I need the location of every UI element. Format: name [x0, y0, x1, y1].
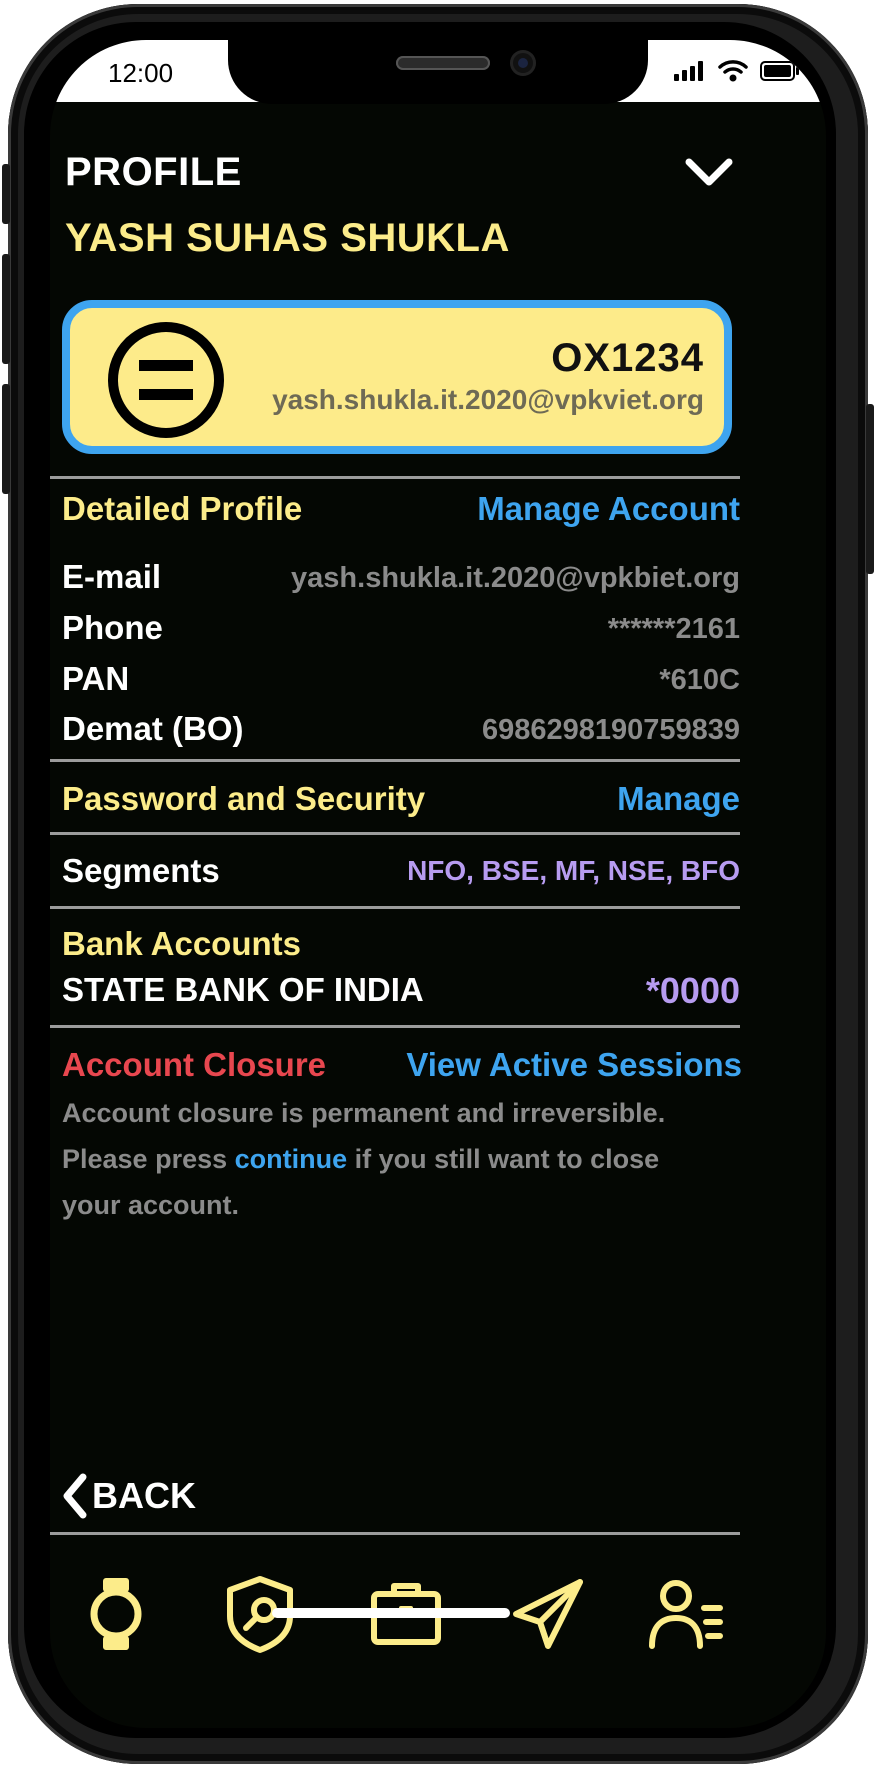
user-name: YASH SUHAS SHUKLA [65, 216, 510, 260]
chevron-down-icon[interactable] [684, 154, 734, 190]
back-label: BACK [92, 1475, 196, 1516]
account-closure-text: Account closure is permanent and irrever… [62, 1090, 722, 1228]
mute-switch [2, 164, 10, 224]
divider [50, 476, 740, 479]
front-camera [510, 50, 536, 76]
profile-screen: PROFILE YASH SUHAS SHUKLA OX1234 yash.sh… [50, 102, 826, 1728]
segments-value: NFO, BSE, MF, NSE, BFO [407, 855, 740, 886]
power-button [866, 404, 874, 574]
volume-up-button [2, 254, 10, 364]
phone-value: ******2161 [607, 613, 740, 645]
bank-accounts-title: Bank Accounts [62, 925, 301, 962]
user-list-icon[interactable] [646, 1574, 726, 1654]
signal-icon [674, 61, 703, 81]
watch-icon[interactable] [76, 1574, 156, 1654]
bank-name: STATE BANK OF INDIA [62, 971, 424, 1008]
client-code: OX1234 [551, 336, 704, 380]
continue-link[interactable]: continue [235, 1144, 348, 1174]
speaker [396, 56, 490, 70]
screen: 12:00 PROFILE YASH SUHAS SHUKLA OX1234 y… [50, 40, 826, 1728]
profile-card: OX1234 yash.shukla.it.2020@vpkviet.org [62, 300, 732, 454]
demat-value: 6986298190759839 [481, 714, 740, 746]
phone-label: Phone [62, 609, 163, 646]
status-time: 12:00 [108, 58, 174, 88]
bank-account-number: *0000 [645, 970, 740, 1011]
segments-label: Segments [62, 852, 220, 889]
tab-bar [50, 1534, 740, 1728]
status-bar: 12:00 [50, 40, 826, 104]
chevron-left-icon [63, 1473, 87, 1519]
email-value: yash.shukla.it.2020@vpkbiet.org [291, 562, 740, 594]
view-active-sessions-link[interactable]: View Active Sessions [406, 1046, 742, 1084]
battery-icon [760, 61, 799, 81]
volume-down-button [2, 384, 10, 494]
card-email: yash.shukla.it.2020@vpkviet.org [272, 384, 704, 415]
password-security-title: Password and Security [62, 780, 426, 817]
divider [50, 832, 740, 835]
wifi-icon [718, 60, 748, 82]
divider [50, 906, 740, 909]
email-label: E-mail [62, 558, 162, 595]
paper-plane-icon[interactable] [508, 1574, 588, 1654]
page-title: PROFILE [65, 150, 242, 194]
manage-account-link[interactable]: Manage Account [477, 490, 740, 528]
equals-circle-icon [108, 322, 224, 438]
status-icons [674, 60, 800, 82]
manage-security-link[interactable]: Manage [617, 780, 740, 818]
account-closure-title: Account Closure [62, 1046, 327, 1083]
divider [50, 759, 740, 762]
detailed-profile-title: Detailed Profile [62, 490, 303, 527]
back-button[interactable]: BACK [62, 1472, 196, 1520]
home-indicator[interactable] [272, 1608, 510, 1618]
demat-label: Demat (BO) [62, 710, 244, 747]
pan-value: *610C [659, 664, 740, 696]
pan-label: PAN [62, 660, 130, 697]
notch [228, 40, 648, 104]
divider [50, 1025, 740, 1028]
